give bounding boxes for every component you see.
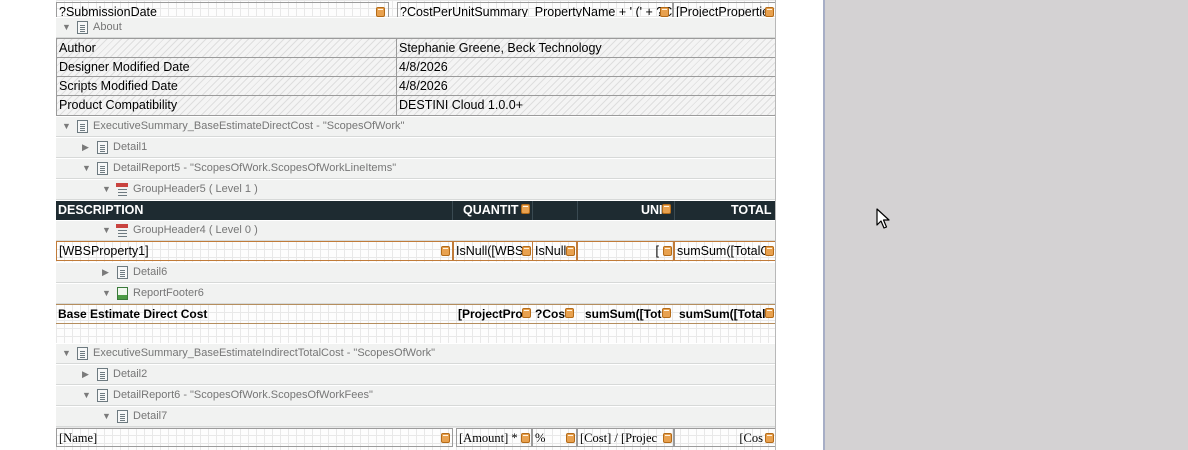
wbs-total-field[interactable]: sumSum([TotalC [674,241,776,261]
band-icon [97,162,108,175]
band-detail2[interactable]: ▶ Detail2 [56,364,776,385]
band-detail7[interactable]: ▼ Detail7 [56,406,776,427]
band-icon [77,347,88,360]
about-value-scripts-date[interactable]: 4/8/2026 [396,76,776,96]
collapse-triangle-icon[interactable]: ▼ [82,163,91,173]
field-tag-icon [663,246,672,256]
field-tag-icon [521,204,530,214]
about-key-compat[interactable]: Product Compatibility [56,95,397,116]
header-description[interactable]: DESCRIPTION [58,201,143,220]
group-header-icon [116,224,128,237]
band-detail6[interactable]: ▶ Detail6 [56,262,776,283]
field-tag-icon [522,246,531,256]
band-group-header4[interactable]: ▼ GroupHeader4 ( Level 0 ) [56,220,776,241]
band-detail1[interactable]: ▶ Detail1 [56,137,776,158]
group-header-icon [116,183,128,196]
field-tag-icon [441,433,450,443]
collapse-triangle-icon[interactable]: ▼ [82,390,91,400]
footer-label[interactable]: Base Estimate Direct Cost [58,305,448,323]
field-tag-icon [662,308,671,318]
header-unit[interactable]: UNI [641,201,663,220]
collapse-triangle-icon[interactable]: ▼ [102,225,111,235]
about-value-designer-date[interactable]: 4/8/2026 [396,57,776,77]
field-tag-icon [566,433,575,443]
field-tag-icon [441,246,450,256]
field-tag-icon [565,308,574,318]
collapse-triangle-icon[interactable]: ▼ [62,348,71,358]
wbs-property-field[interactable]: [WBSProperty1] [56,241,453,261]
field-tag-icon [521,433,530,443]
canvas-right-edge [775,0,776,450]
expand-triangle-icon[interactable]: ▶ [102,267,109,278]
report-footer-icon [117,287,128,300]
band-icon [77,120,88,133]
fee-percent-field[interactable]: % [532,428,577,447]
collapse-triangle-icon[interactable]: ▼ [102,288,111,298]
field-tag-icon [765,433,774,443]
about-key-scripts-date[interactable]: Scripts Modified Date [56,76,397,96]
collapse-triangle-icon[interactable]: ▼ [62,22,71,32]
band-about[interactable]: ▼ About [56,17,776,38]
fee-cost-field[interactable]: [Cos [674,428,776,447]
about-key-author[interactable]: Author [56,38,397,58]
band-exec-direct[interactable]: ▼ ExecutiveSummary_BaseEstimateDirectCos… [56,116,776,137]
band-icon [77,21,88,34]
band-exec-indirect[interactable]: ▼ ExecutiveSummary_BaseEstimateIndirectT… [56,343,776,364]
wbs-isnull-field-1[interactable]: IsNull([WBS [453,241,533,261]
band-icon [117,410,128,423]
wbs-unit-field[interactable]: [ [577,241,674,261]
header-total[interactable]: TOTAL [731,201,772,220]
fee-cost-ratio-field[interactable]: [Cost] / [Projec [577,428,674,447]
field-tag-icon [522,308,531,318]
field-tag-icon [765,308,774,318]
band-detail-report5[interactable]: ▼ DetailReport5 - "ScopesOfWork.ScopesOf… [56,158,776,179]
collapse-triangle-icon[interactable]: ▼ [102,184,111,194]
field-tag-icon [765,246,774,256]
band-icon [117,266,128,279]
about-value-compat[interactable]: DESTINI Cloud 1.0.0+ [396,95,776,116]
fee-name-field[interactable]: [Name] [56,428,453,447]
band-report-footer6[interactable]: ▼ ReportFooter6 [56,283,776,304]
field-tag-icon [765,7,774,17]
fee-amount-field[interactable]: [Amount] * [456,428,532,447]
footer-sum-field-1[interactable]: sumSum([Tot [585,305,673,323]
about-key-designer-date[interactable]: Designer Modified Date [56,57,397,77]
about-value-author[interactable]: Stephanie Greene, Beck Technology [396,38,776,58]
footer-sum-field-2[interactable]: sumSum([Total [679,305,775,323]
table-header-row: DESCRIPTION QUANTIT UNI TOTAL [56,201,776,221]
band-group-header5[interactable]: ▼ GroupHeader5 ( Level 1 ) [56,179,776,200]
wbs-isnull-field-2[interactable]: IsNull [532,241,577,261]
expand-triangle-icon[interactable]: ▶ [82,142,89,153]
field-tag-icon [663,433,672,443]
band-icon [97,141,108,154]
band-icon [97,368,108,381]
expand-triangle-icon[interactable]: ▶ [82,369,89,380]
field-tag-icon [662,204,671,214]
field-tag-icon [566,246,575,256]
collapse-triangle-icon[interactable]: ▼ [102,411,111,421]
band-icon [97,389,108,402]
field-tag-icon [660,7,669,17]
report-design-surface[interactable]: ?SubmissionDate ?CostPerUnitSummary_Prop… [0,0,825,450]
left-margin [0,0,56,450]
collapse-triangle-icon[interactable]: ▼ [62,121,71,131]
field-tag-icon [376,7,385,17]
header-quantity[interactable]: QUANTIT [463,201,519,220]
band-detail-report6[interactable]: ▼ DetailReport6 - "ScopesOfWork.ScopesOf… [56,385,776,406]
mouse-cursor-icon [876,208,890,229]
